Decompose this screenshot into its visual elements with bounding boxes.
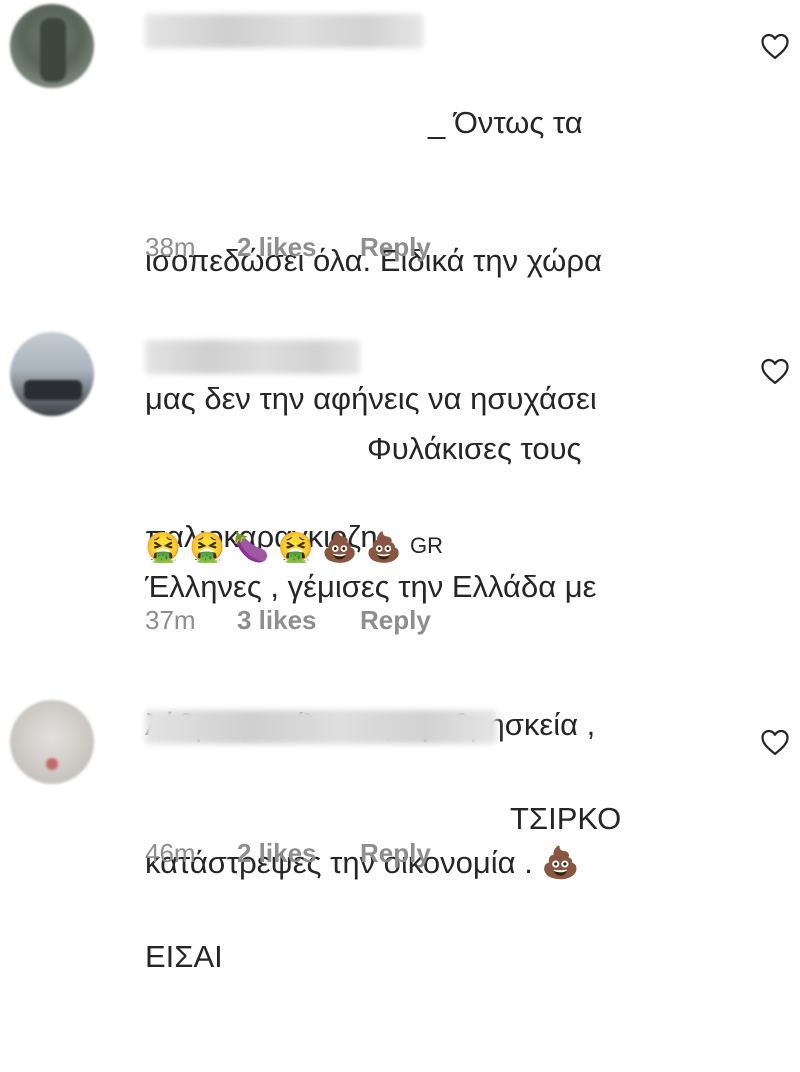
heart-outline-icon[interactable] (760, 728, 790, 756)
comment-text: ΤΣΙΡΚΟ ΕΙΣΑΙ (145, 704, 745, 1072)
comment-meta: 37m 3 likes Reply (145, 605, 431, 636)
reply-button[interactable]: Reply (360, 232, 431, 263)
heart-outline-icon[interactable] (760, 32, 790, 60)
reply-button[interactable]: Reply (360, 605, 431, 636)
comment-meta: 46m 2 likes Reply (145, 838, 431, 869)
emoji-line: 🤮 🤮 🍆 🤮 💩 💩 GR (145, 526, 443, 568)
likes-count[interactable]: 2 likes (237, 838, 360, 869)
avatar[interactable] (10, 332, 94, 416)
heart-outline-icon[interactable] (760, 357, 790, 385)
comment-text-line: ΕΙΣΑΙ (145, 939, 223, 974)
emoji-sequence: 🤮 🤮 🍆 🤮 💩 💩 (145, 532, 402, 564)
comment-text-line: _ Όντως τα (428, 105, 583, 140)
likes-count[interactable]: 2 likes (237, 232, 360, 263)
comment-text-line: Έλληνες , γέμισες την Ελλάδα με (145, 569, 597, 604)
reply-button[interactable]: Reply (360, 838, 431, 869)
avatar[interactable] (10, 4, 94, 88)
comment-text-line: Φυλάκισες τους (367, 431, 582, 466)
comment-time[interactable]: 46m (145, 838, 237, 869)
emoji-tail-text: GR (410, 533, 443, 558)
avatar[interactable] (10, 700, 94, 784)
likes-count[interactable]: 3 likes (237, 605, 360, 636)
comment-time[interactable]: 37m (145, 605, 237, 636)
comment-time[interactable]: 38m (145, 232, 237, 263)
comment-text-line: ΤΣΙΡΚΟ (510, 801, 622, 836)
comment-meta: 38m 2 likes Reply (145, 232, 431, 263)
